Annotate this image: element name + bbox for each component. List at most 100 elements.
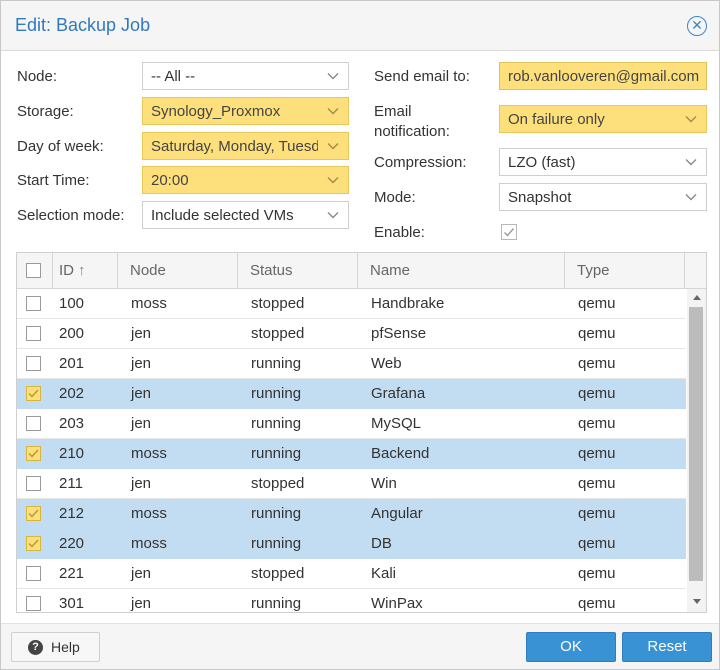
row-checkbox[interactable] [26,596,41,611]
compression-label: Compression: [374,154,467,171]
scroll-up-icon[interactable] [692,293,702,301]
grid-header: ID ↑ Node Status Name Type [17,253,706,289]
table-row[interactable]: 201 jen running Web qemu [17,349,686,379]
table-row[interactable]: 211 jen stopped Win qemu [17,469,686,499]
start-time-label: Start Time: [17,172,90,189]
cell-name: Angular [371,505,423,522]
cell-status: running [251,535,302,552]
table-row[interactable]: 221 jen stopped Kali qemu [17,559,686,589]
scroll-down-icon[interactable] [692,598,702,606]
column-header-status[interactable]: Status [238,253,358,289]
scrollbar-thumb[interactable] [689,307,703,581]
column-header-id[interactable]: ID ↑ [53,253,118,289]
table-row[interactable]: 200 jen stopped pfSense qemu [17,319,686,349]
row-checkbox[interactable] [26,476,41,491]
cell-type: qemu [578,355,616,372]
column-header-type[interactable]: Type [565,253,685,289]
send-email-value: rob.vanlooveren@gmail.com [508,68,700,85]
dialog-title: Edit: Backup Job [15,15,151,35]
backup-job-dialog: Edit: Backup Job ✕ Node: -- All -- Stora… [0,0,720,670]
cell-id: 100 [59,295,85,312]
column-header-name[interactable]: Name [358,253,565,289]
row-checkbox[interactable] [26,296,41,311]
cell-status: running [251,355,302,372]
cell-id: 221 [59,565,85,582]
cell-name: pfSense [371,325,427,342]
storage-select[interactable]: Synology_Proxmox [142,97,349,125]
reset-button[interactable]: Reset [622,632,712,662]
table-row[interactable]: 203 jen running MySQL qemu [17,409,686,439]
chevron-down-icon[interactable] [684,155,698,169]
close-icon[interactable]: ✕ [687,16,707,36]
cell-node: jen [131,595,152,612]
table-row[interactable]: 212 moss running Angular qemu [17,499,686,529]
checkmark-icon [28,389,39,398]
cell-name: Grafana [371,385,426,402]
table-row[interactable]: 301 jen running WinPax qemu [17,589,686,612]
vm-grid: ID ↑ Node Status Name Type 100 moss stoppe… [16,252,707,613]
selection-mode-select[interactable]: Include selected VMs [142,201,349,229]
storage-value: Synology_Proxmox [151,103,281,120]
node-select[interactable]: -- All -- [142,62,349,90]
dialog-footer: ? Help OK Reset [1,623,719,669]
checkmark-icon [504,228,515,237]
selection-mode-label: Selection mode: [17,207,125,224]
cell-node: moss [131,445,167,462]
day-of-week-select[interactable]: Saturday, Monday, Tuesday [142,132,349,160]
cell-node: jen [131,385,152,402]
table-row[interactable]: 220 moss running DB qemu [17,529,686,559]
cell-node: moss [131,505,167,522]
cell-type: qemu [578,295,616,312]
enable-checkbox[interactable] [501,224,517,240]
help-button-label: Help [51,639,80,655]
row-checkbox[interactable] [26,536,41,551]
table-row[interactable]: 210 moss running Backend qemu [17,439,686,469]
node-value: -- All -- [151,68,196,85]
cell-node: jen [131,415,152,432]
compression-value: LZO (fast) [508,154,576,171]
mode-value: Snapshot [508,189,572,206]
chevron-down-icon[interactable] [326,173,340,187]
cell-id: 301 [59,595,85,612]
email-notification-select[interactable]: On failure only [499,105,707,133]
chevron-down-icon[interactable] [326,69,340,83]
mode-select[interactable]: Snapshot [499,183,707,211]
table-row[interactable]: 202 jen running Grafana qemu [17,379,686,409]
chevron-down-icon[interactable] [684,190,698,204]
cell-status: running [251,505,302,522]
help-button[interactable]: ? Help [11,632,100,662]
cell-name: MySQL [371,415,422,432]
cell-name: WinPax [371,595,423,612]
chevron-down-icon[interactable] [326,104,340,118]
table-row[interactable]: 100 moss stopped Handbrake qemu [17,289,686,319]
chevron-down-icon[interactable] [326,139,340,153]
compression-select[interactable]: LZO (fast) [499,148,707,176]
row-checkbox[interactable] [26,356,41,371]
cell-type: qemu [578,505,616,522]
select-all-checkbox[interactable] [26,263,41,278]
row-checkbox[interactable] [26,416,41,431]
row-checkbox[interactable] [26,566,41,581]
row-checkbox[interactable] [26,506,41,521]
row-checkbox[interactable] [26,326,41,341]
cell-status: running [251,415,302,432]
cell-name: Kali [371,565,397,582]
ok-button[interactable]: OK [526,632,616,662]
cell-node: jen [131,355,152,372]
cell-node: jen [131,475,152,492]
cell-id: 200 [59,325,85,342]
row-checkbox[interactable] [26,386,41,401]
chevron-down-icon[interactable] [684,112,698,126]
row-checkbox[interactable] [26,446,41,461]
header-select-all-cell [17,253,53,289]
send-email-field[interactable]: rob.vanlooveren@gmail.com [499,62,707,90]
column-header-node[interactable]: Node [118,253,238,289]
sort-ascending-icon: ↑ [78,262,86,279]
checkmark-icon [28,539,39,548]
selection-mode-value: Include selected VMs [151,207,294,224]
grid-scrollbar[interactable] [687,289,706,612]
day-of-week-value: Saturday, Monday, Tuesday [151,138,318,155]
chevron-down-icon[interactable] [326,208,340,222]
start-time-select[interactable]: 20:00 [142,166,349,194]
cell-name: Win [371,475,397,492]
